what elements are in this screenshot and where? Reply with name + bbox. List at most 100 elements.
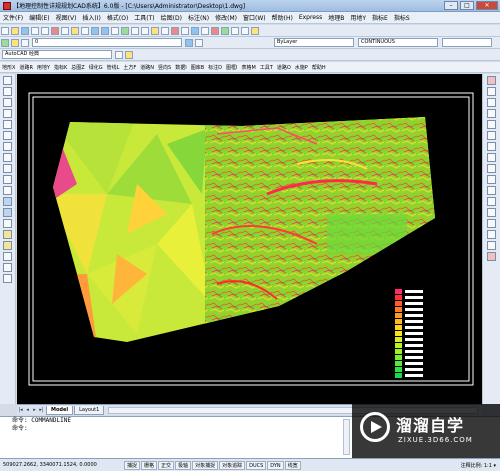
plugin-menu-road-o[interactable]: 道路O [275,64,293,71]
menu-window[interactable]: 窗口(W) [240,13,269,22]
maximize-button[interactable]: □ [460,1,474,10]
plugin-menu-greening[interactable]: 绿化G [87,64,105,71]
help-icon[interactable] [211,26,219,35]
menu-tools[interactable]: 工具(T) [131,13,157,22]
match-properties-icon[interactable] [81,26,89,35]
menu-insert[interactable]: 插入(I) [79,13,103,22]
copy-icon[interactable] [61,26,69,35]
command-scrollbar[interactable] [343,419,350,455]
menu-draw[interactable]: 绘图(D) [158,13,185,22]
polygon-icon[interactable] [3,109,12,118]
point-icon[interactable] [3,219,12,228]
trim-icon[interactable] [487,175,496,184]
plugin-menu-tools[interactable]: 工具T [258,64,275,71]
ortho-toggle[interactable]: 正交 [158,460,175,470]
sheet-set-icon[interactable] [181,26,189,35]
workspace-combo[interactable]: AutoCAD 经典 [2,50,112,59]
dim-style-icon[interactable] [231,26,239,35]
fillet-icon[interactable] [487,241,496,250]
redo-icon[interactable] [101,26,109,35]
plugin-menu-vertical[interactable]: 竖向S [156,64,173,71]
color-combo[interactable]: ByLayer [274,38,354,47]
plugin-menu-site-plan[interactable]: 总图Z [69,64,86,71]
rectangle-icon[interactable] [3,120,12,129]
scale-icon[interactable] [487,153,496,162]
text-style-icon[interactable] [221,26,229,35]
erase-icon[interactable] [487,76,496,85]
rotate-icon[interactable] [487,142,496,151]
plugin-menu-annotate[interactable]: 标注D [206,64,224,71]
menu-edit[interactable]: 编辑(E) [26,13,52,22]
stretch-icon[interactable] [487,164,496,173]
snap-toggle[interactable]: 捕捉 [124,460,141,470]
table-icon[interactable] [3,263,12,272]
break-icon[interactable] [487,208,496,217]
table-style-icon[interactable] [241,26,249,35]
new-file-icon[interactable] [1,26,9,35]
copy-object-icon[interactable] [487,87,496,96]
break-at-point-icon[interactable] [487,197,496,206]
next-tab-arrow-icon[interactable]: ▸ [31,406,38,414]
hatch-icon[interactable] [3,230,12,239]
plugin-menu-help[interactable]: 帮助H [310,64,328,71]
undo-icon[interactable] [91,26,99,35]
linetype-combo[interactable]: CONTINUOUS [358,38,438,47]
ellipse-icon[interactable] [3,175,12,184]
menu-index-e[interactable]: 指标E [369,13,391,22]
menu-landuse[interactable]: 用地Y [347,13,369,22]
tab-layout1[interactable]: Layout1 [74,405,105,415]
layer-walk-icon[interactable] [195,38,203,47]
polar-toggle[interactable]: 极轴 [175,460,192,470]
zoom-icon[interactable] [121,26,129,35]
spline-icon[interactable] [3,164,12,173]
preview-icon[interactable] [41,26,49,35]
layer-state-icon[interactable] [11,38,19,47]
extend-icon[interactable] [487,186,496,195]
move-icon[interactable] [487,131,496,140]
layer-combo[interactable]: 0 [32,38,182,47]
plugin-menu-index[interactable]: 指标K [52,64,69,71]
menu-dimension[interactable]: 标注(N) [185,13,212,22]
menu-format[interactable]: 格式(O) [104,13,131,22]
otrack-toggle[interactable]: 对象追踪 [219,460,246,470]
plugin-menu-terrain[interactable]: 地形X [0,64,17,71]
plugin-menu-landuse[interactable]: 用地Y [35,64,52,71]
layer-manager-icon[interactable] [1,38,9,47]
menu-geo[interactable]: 地理B [325,13,347,22]
zoom-previous-icon[interactable] [141,26,149,35]
menu-express[interactable]: Express [296,14,325,21]
arc-icon[interactable] [3,131,12,140]
array-icon[interactable] [487,120,496,129]
menu-modify[interactable]: 修改(M) [212,13,240,22]
last-tab-arrow-icon[interactable]: ▸| [38,406,45,414]
circle-icon[interactable] [3,142,12,151]
properties-icon[interactable] [151,26,159,35]
first-tab-arrow-icon[interactable]: |◂ [17,406,24,414]
annotation-scale[interactable]: 注释比例: 1:1 ▾ [461,462,500,469]
dyn-toggle[interactable]: DYN [267,460,284,470]
join-icon[interactable] [487,219,496,228]
gradient-icon[interactable] [3,241,12,250]
plugin-menu-library[interactable]: 图库B [189,64,206,71]
explode-icon[interactable] [487,252,496,261]
design-center-icon[interactable] [161,26,169,35]
plugin-menu-road-n[interactable]: 道路N [138,64,156,71]
polyline-icon[interactable] [3,98,12,107]
open-folder-icon[interactable] [11,26,19,35]
plugin-menu-frame[interactable]: 图框I [224,64,239,71]
chamfer-icon[interactable] [487,230,496,239]
tab-model[interactable]: Model [46,405,74,415]
insert-block-icon[interactable] [3,197,12,206]
plugin-menu-road[interactable]: 道路R [17,64,34,71]
multiline-text-icon[interactable] [3,274,12,283]
styles-icon[interactable] [125,50,133,59]
line-icon[interactable] [3,76,12,85]
plugin-menu-data[interactable]: 数据I [173,64,188,71]
layer-previous-icon[interactable] [21,38,29,47]
cut-icon[interactable] [51,26,59,35]
region-icon[interactable] [3,252,12,261]
markup-icon[interactable] [191,26,199,35]
lineweight-toggle[interactable]: 线宽 [284,460,301,470]
workspace-settings-icon[interactable] [115,50,123,59]
plugin-menu-pipeline[interactable]: 管线L [105,64,122,71]
